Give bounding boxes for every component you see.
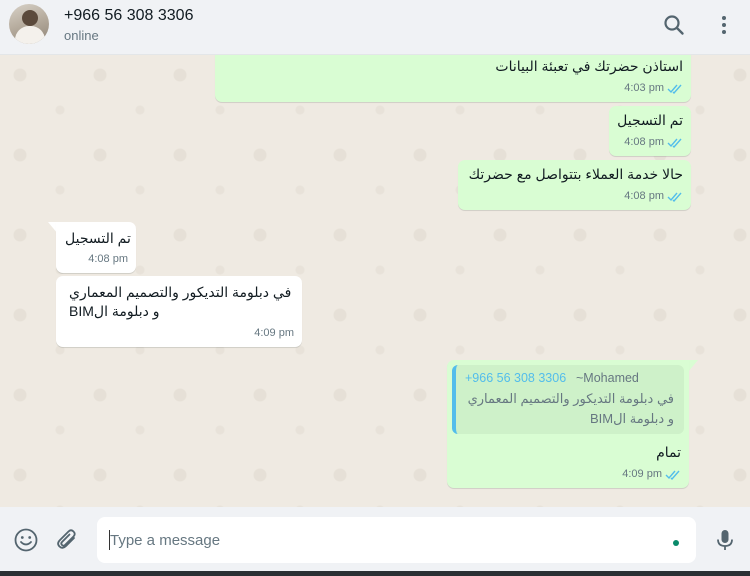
message-meta: 4:08 pm (624, 187, 683, 206)
message-bubble-outgoing[interactable]: تم التسجيل 4:08 pm (609, 106, 691, 156)
quoted-message[interactable]: +966 56 308 3306 ~Mohamed في دبلومة التد… (452, 365, 684, 434)
message-bubble-outgoing[interactable]: حالا خدمة العملاء بتتواصل مع حضرتك 4:08 … (458, 160, 691, 210)
taskbar-edge (0, 571, 750, 576)
contact-status: online (64, 28, 99, 43)
message-bubble-outgoing[interactable]: استاذن حضرتك في تعبئة البيانات 4:03 pm (215, 55, 691, 102)
avatar[interactable] (9, 4, 49, 44)
quote-sender-phone: +966 56 308 3306 (465, 371, 567, 385)
message-meta: 4:08 pm (88, 250, 128, 269)
message-bubble-outgoing[interactable]: +966 56 308 3306 ~Mohamed في دبلومة التد… (447, 360, 689, 488)
message-composer (0, 507, 750, 571)
message-text: تم التسجيل (617, 112, 683, 128)
read-ticks-icon (667, 192, 682, 202)
search-icon[interactable] (662, 13, 686, 37)
message-text: تم التسجيل (65, 230, 131, 246)
quote-sender-name: ~Mohamed (576, 371, 639, 385)
read-ticks-icon (667, 84, 682, 94)
message-text: حالا خدمة العملاء بتتواصل مع حضرتك (468, 166, 683, 182)
bubble-tail-outgoing (688, 360, 698, 372)
message-meta: 4:08 pm (624, 133, 683, 152)
message-time: 4:08 pm (88, 253, 128, 265)
read-ticks-icon (667, 138, 682, 148)
contact-name[interactable]: +966 56 308 3306 (64, 7, 193, 25)
read-ticks-icon (665, 470, 680, 480)
grammar-indicator-icon[interactable] (673, 540, 679, 546)
message-text: استاذن حضرتك في تعبئة البيانات (495, 58, 683, 74)
message-meta: 4:03 pm (624, 79, 683, 98)
message-text-line: و دبلومة الBIM (69, 303, 160, 319)
message-time: 4:08 pm (624, 190, 664, 202)
message-input[interactable] (97, 517, 696, 563)
quote-text-line: في دبلومة التديكور والتصميم المعماري (467, 391, 674, 406)
message-text: تمام (656, 444, 681, 460)
menu-icon[interactable] (712, 13, 736, 37)
chat-panel[interactable]: استاذن حضرتك في تعبئة البيانات 4:03 pm ت… (0, 55, 750, 507)
quote-text-line: و دبلومة الBIM (589, 411, 674, 426)
message-meta: 4:09 pm (254, 324, 294, 343)
text-caret (109, 530, 110, 550)
microphone-icon[interactable] (712, 527, 738, 553)
message-time: 4:09 pm (254, 327, 294, 339)
message-time: 4:03 pm (624, 82, 664, 94)
chat-header: +966 56 308 3306 online (0, 0, 750, 55)
message-bubble-incoming[interactable]: تم التسجيل 4:08 pm (56, 222, 136, 273)
message-text-line: في دبلومة التديكور والتصميم المعماري (69, 284, 292, 300)
message-meta: 4:09 pm (622, 465, 681, 484)
emoji-icon[interactable] (13, 527, 39, 553)
attach-icon[interactable] (54, 527, 80, 553)
message-bubble-incoming[interactable]: في دبلومة التديكور والتصميم المعماري و د… (56, 276, 302, 347)
message-time: 4:09 pm (622, 468, 662, 480)
message-time: 4:08 pm (624, 136, 664, 148)
